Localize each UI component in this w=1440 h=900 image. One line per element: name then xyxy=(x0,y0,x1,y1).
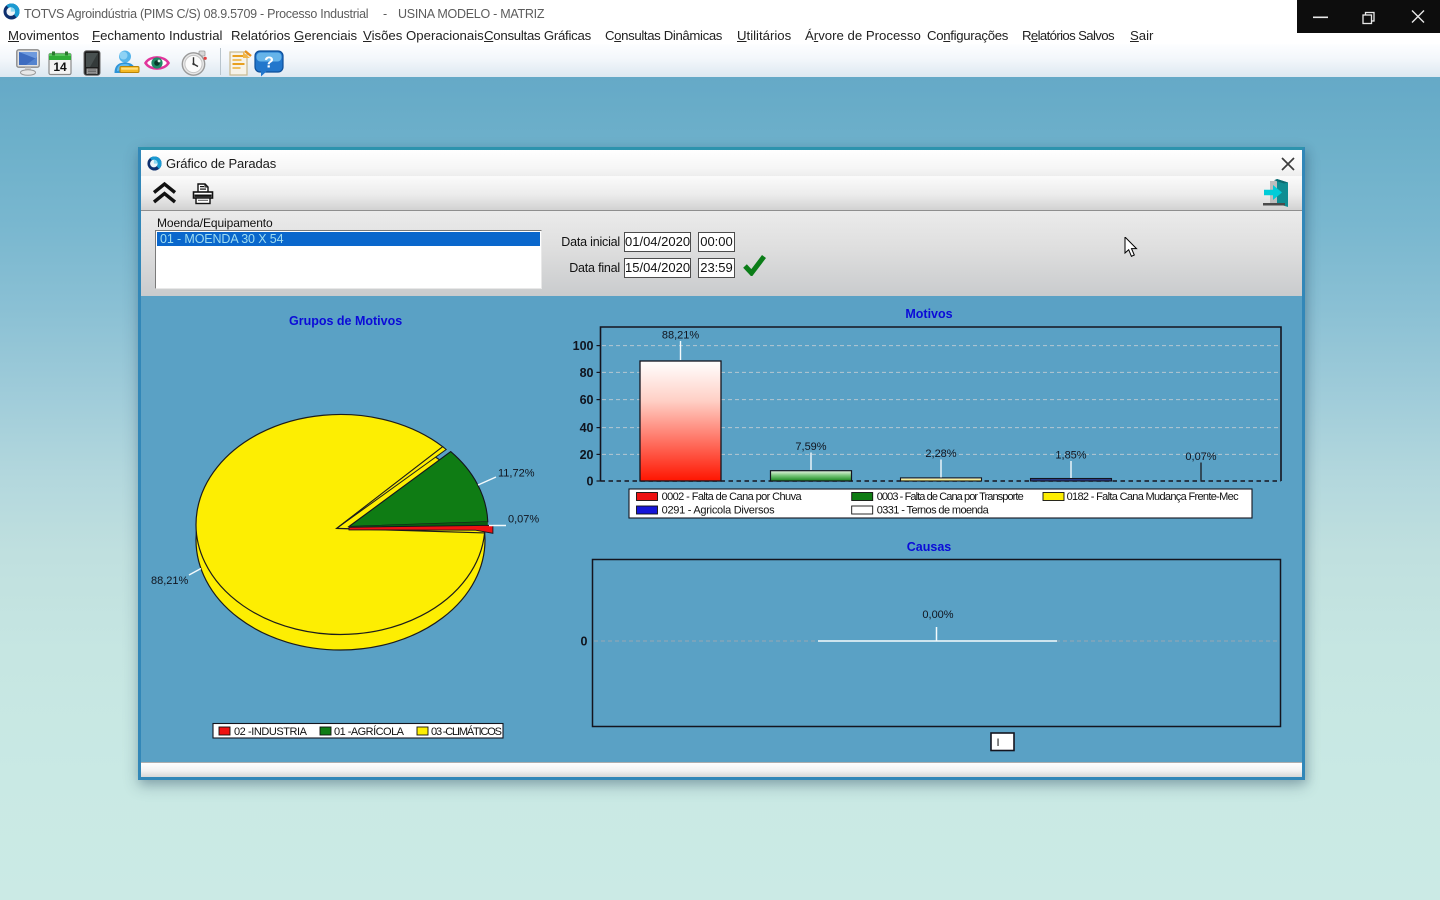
svg-text:0,07%: 0,07% xyxy=(508,514,539,526)
svg-text:0003 - Falta de Cana por Trans: 0003 - Falta de Cana por Transporte xyxy=(877,491,1024,503)
svg-text:0182 - Falta Cana Mudança Fren: 0182 - Falta Cana Mudança Frente-Mec xyxy=(1067,491,1240,503)
svg-text:0002 - Falta de Cana por Chuva: 0002 - Falta de Cana por Chuva xyxy=(662,491,803,503)
svg-text:0: 0 xyxy=(581,635,588,649)
svg-text:100: 100 xyxy=(573,339,594,353)
svg-text:03 -CLIMÁTICOS: 03 -CLIMÁTICOS xyxy=(431,725,502,738)
svg-text:40: 40 xyxy=(580,421,594,435)
svg-text:0291 - Agricola Diversos: 0291 - Agricola Diversos xyxy=(662,505,776,517)
svg-text:I: I xyxy=(997,737,1000,749)
svg-text:7,59%: 7,59% xyxy=(795,441,826,453)
svg-text:0331 - Ternos de moenda: 0331 - Ternos de moenda xyxy=(877,505,990,517)
svg-text:0: 0 xyxy=(587,475,594,489)
svg-text:88,21%: 88,21% xyxy=(151,575,189,587)
svg-text:88,21%: 88,21% xyxy=(662,330,700,342)
svg-text:Causas: Causas xyxy=(907,540,952,554)
svg-text:60: 60 xyxy=(580,393,594,407)
svg-text:20: 20 xyxy=(580,448,594,462)
svg-text:02 -INDUSTRIA: 02 -INDUSTRIA xyxy=(234,726,308,738)
svg-text:1,85%: 1,85% xyxy=(1055,450,1086,462)
svg-text:Grupos de Motivos: Grupos de Motivos xyxy=(289,314,402,328)
svg-text:Motivos: Motivos xyxy=(905,307,952,321)
svg-text:01 -AGRÍCOLA: 01 -AGRÍCOLA xyxy=(334,725,405,738)
svg-text:11,72%: 11,72% xyxy=(498,468,535,480)
svg-text:0,07%: 0,07% xyxy=(1185,451,1216,463)
svg-text:80: 80 xyxy=(580,366,594,380)
svg-text:2,28%: 2,28% xyxy=(925,448,956,460)
svg-text:?: ? xyxy=(264,55,274,72)
svg-text:0,00%: 0,00% xyxy=(922,609,953,621)
svg-text:14: 14 xyxy=(53,60,67,74)
